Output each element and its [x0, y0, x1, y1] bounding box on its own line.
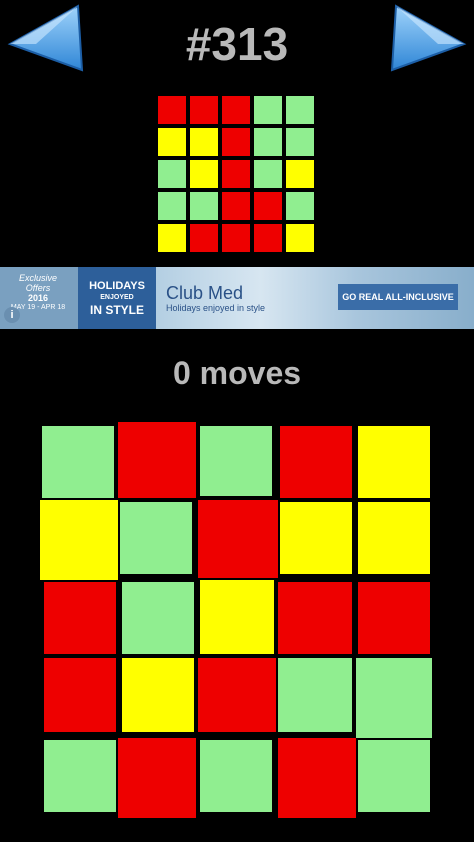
- target-cell: [286, 224, 314, 252]
- target-cell: [158, 192, 186, 220]
- board-tile[interactable]: [118, 422, 196, 498]
- target-cell: [254, 128, 282, 156]
- ad-brand: Club Med Holidays enjoyed in style: [166, 283, 265, 314]
- target-cell: [158, 160, 186, 188]
- target-cell: [222, 96, 250, 124]
- ad-cta-button[interactable]: GO REAL ALL-INCLUSIVE: [338, 284, 458, 310]
- target-cell: [158, 128, 186, 156]
- board-tile[interactable]: [198, 658, 276, 732]
- next-level-button[interactable]: [388, 4, 468, 74]
- target-pattern: [158, 96, 316, 254]
- target-cell: [190, 192, 218, 220]
- target-cell: [190, 128, 218, 156]
- target-cell: [286, 96, 314, 124]
- board-tile[interactable]: [358, 582, 430, 654]
- target-cell: [286, 192, 314, 220]
- board-tile[interactable]: [118, 738, 196, 818]
- board-tile[interactable]: [200, 426, 272, 496]
- target-cell: [254, 192, 282, 220]
- target-cell: [190, 96, 218, 124]
- moves-counter: 0 moves: [172, 355, 302, 391]
- board-tile[interactable]: [120, 502, 192, 574]
- ad-badge-line1: Exclusive Offers: [18, 273, 57, 293]
- board-tile[interactable]: [358, 502, 430, 574]
- board-tile[interactable]: [44, 582, 116, 654]
- board-tile[interactable]: [280, 502, 352, 574]
- board-tile[interactable]: [200, 580, 274, 654]
- board-tile[interactable]: [122, 658, 194, 732]
- triangle-right-icon: [390, 4, 467, 72]
- target-cell: [254, 224, 282, 252]
- target-cell: [158, 224, 186, 252]
- play-board[interactable]: [40, 422, 434, 842]
- board-tile[interactable]: [280, 426, 352, 498]
- target-cell: [222, 192, 250, 220]
- ad-badge-line2: 2016: [27, 293, 49, 303]
- target-cell: [158, 96, 186, 124]
- board-tile[interactable]: [44, 658, 116, 732]
- target-cell: [222, 224, 250, 252]
- board-tile[interactable]: [42, 426, 114, 498]
- target-cell: [286, 128, 314, 156]
- info-icon[interactable]: i: [4, 307, 20, 323]
- board-tile[interactable]: [278, 582, 352, 654]
- board-tile[interactable]: [200, 740, 272, 812]
- board-tile[interactable]: [40, 500, 118, 580]
- ad-holidays-line3: IN STYLE: [89, 302, 144, 317]
- target-cell: [222, 128, 250, 156]
- target-cell: [286, 160, 314, 188]
- ad-brand-tagline: Holidays enjoyed in style: [166, 303, 266, 313]
- target-cell: [222, 160, 250, 188]
- ad-banner[interactable]: Exclusive Offers 2016 MAY 19 - APR 18 i …: [0, 267, 474, 329]
- ad-brand-name: Club Med: [166, 283, 244, 303]
- ad-holidays-panel: HOLIDAYS ENJOYED IN STYLE: [78, 267, 156, 329]
- board-tile[interactable]: [198, 500, 278, 578]
- board-tile[interactable]: [356, 658, 432, 738]
- target-cell: [190, 160, 218, 188]
- board-tile[interactable]: [278, 738, 356, 818]
- ad-offer-panel: Exclusive Offers 2016 MAY 19 - APR 18 i: [0, 267, 78, 329]
- ad-holidays-line2: ENJOYED: [100, 293, 134, 301]
- board-tile[interactable]: [44, 740, 116, 812]
- board-tile[interactable]: [358, 426, 430, 498]
- target-cell: [254, 96, 282, 124]
- ad-holidays-line1: HOLIDAYS: [89, 279, 145, 292]
- board-tile[interactable]: [122, 582, 194, 654]
- board-tile[interactable]: [358, 740, 430, 812]
- target-cell: [254, 160, 282, 188]
- target-cell: [190, 224, 218, 252]
- board-tile[interactable]: [278, 658, 352, 732]
